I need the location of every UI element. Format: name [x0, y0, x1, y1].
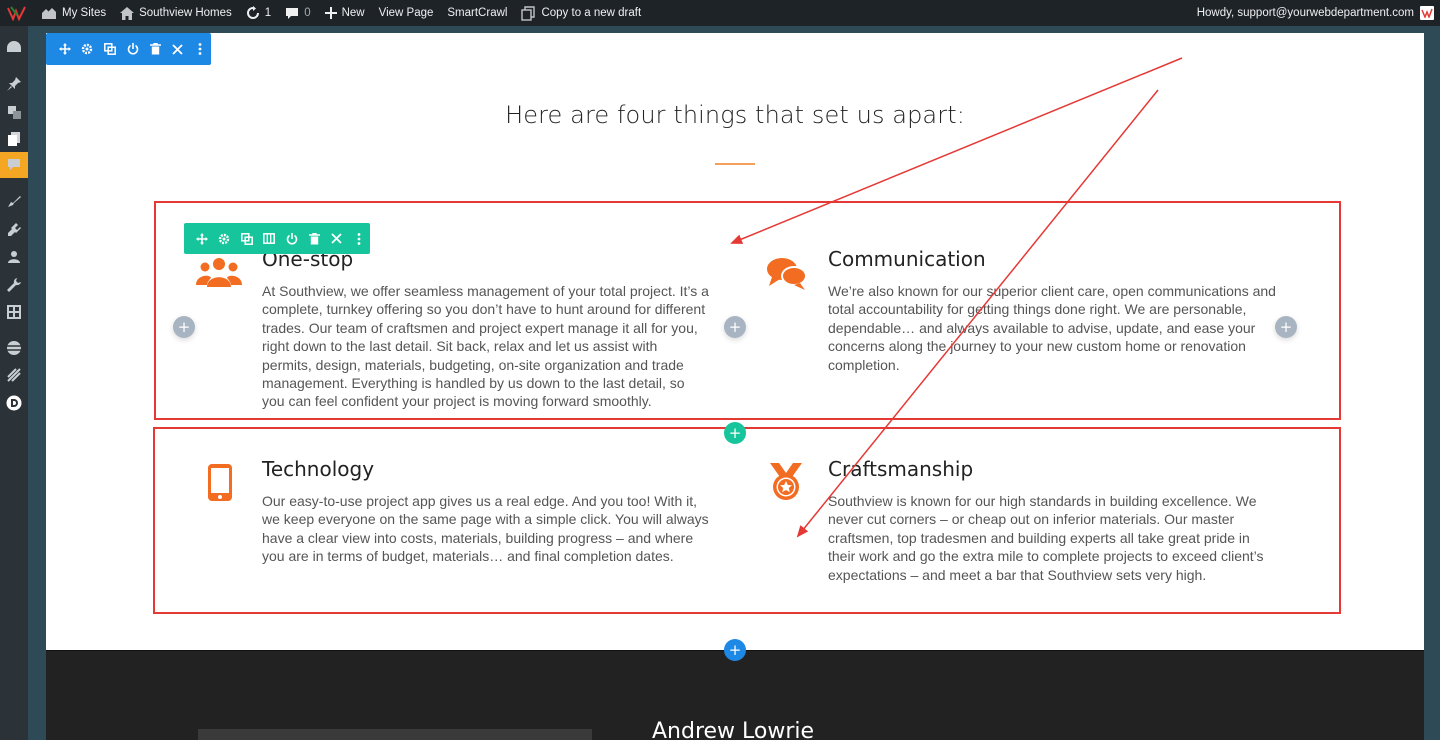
trash-icon — [308, 232, 320, 244]
users-icon — [196, 257, 242, 294]
column-move-button[interactable] — [191, 223, 213, 254]
more-vertical-icon — [357, 232, 361, 245]
columns-icon — [263, 233, 276, 244]
close-icon — [331, 233, 342, 244]
smartcrawl-icon[interactable] — [5, 366, 23, 384]
duplicate-icon — [103, 43, 116, 55]
divi-icon[interactable] — [5, 339, 23, 357]
more-options-button[interactable] — [189, 33, 211, 65]
new-label: New — [341, 7, 365, 19]
move-icon — [195, 232, 208, 245]
mobile-phone-icon — [208, 464, 232, 506]
comments-menu[interactable]: 0 — [278, 0, 317, 26]
add-module-button-col-3[interactable]: + — [1275, 316, 1297, 338]
column-settings-button[interactable] — [214, 223, 236, 254]
users-icon[interactable] — [5, 248, 23, 266]
site-name-menu[interactable]: Southview Homes — [113, 0, 239, 26]
team-section: Andrew Lowrie — [46, 650, 1424, 740]
team-member-photo — [198, 729, 592, 740]
media-icon[interactable] — [5, 103, 23, 121]
my-sites-icon — [42, 8, 56, 19]
comments-icon[interactable] — [5, 156, 23, 174]
section-heading: Here are four things that set us apart: — [505, 101, 965, 129]
trash-icon — [149, 43, 161, 55]
chat-bubbles-icon — [766, 256, 808, 295]
my-sites-menu[interactable]: My Sites — [34, 0, 113, 26]
feature-text-one-stop: At Southview, we offer seamless manageme… — [262, 283, 709, 410]
pin-icon[interactable] — [5, 75, 23, 93]
copy-icon — [521, 5, 536, 21]
copy-draft-label: Copy to a new draft — [541, 7, 642, 19]
close-button[interactable] — [167, 33, 189, 65]
add-module-button-col-2[interactable]: + — [724, 316, 746, 338]
feature-text-craftsmanship: Southview is known for our high standard… — [828, 493, 1264, 583]
power-icon — [127, 43, 138, 55]
admin-sidebar — [0, 26, 28, 740]
award-medal-icon — [768, 463, 804, 506]
column-disable-button[interactable] — [281, 223, 303, 254]
new-content-menu[interactable]: New — [318, 0, 372, 26]
view-page-link[interactable]: View Page — [372, 0, 441, 26]
add-module-button-col-1[interactable]: + — [173, 316, 195, 338]
add-section-button[interactable]: + — [724, 639, 746, 661]
column-more-button[interactable] — [349, 223, 371, 254]
column-delete-button[interactable] — [304, 223, 326, 254]
feature-title-technology: Technology — [262, 457, 375, 481]
move-icon — [58, 43, 71, 55]
section-toolbar — [46, 33, 211, 65]
account-menu[interactable]: Howdy, support@yourwebdepartment.com — [1197, 6, 1440, 20]
updates-menu[interactable]: 1 — [239, 0, 278, 26]
wp-logo[interactable] — [0, 0, 34, 26]
gear-icon — [82, 43, 93, 55]
delete-button[interactable] — [144, 33, 166, 65]
feature-title-communication: Communication — [828, 247, 986, 271]
tools-icon[interactable] — [5, 276, 23, 294]
dashboard-icon[interactable] — [5, 38, 23, 56]
plus-icon — [324, 7, 337, 19]
page-canvas: Here are four things that set us apart: … — [46, 33, 1424, 740]
view-page-label: View Page — [378, 7, 434, 19]
duplicate-icon — [240, 232, 253, 245]
disable-button[interactable] — [122, 33, 144, 65]
updates-icon — [246, 6, 259, 19]
heading-divider — [715, 163, 755, 165]
close-icon — [172, 43, 183, 55]
column-close-button[interactable] — [326, 223, 348, 254]
plugins-icon[interactable] — [5, 221, 23, 239]
column-layout-button[interactable] — [259, 223, 281, 254]
site-name-label: Southview Homes — [139, 7, 232, 19]
move-button[interactable] — [54, 33, 76, 65]
admin-bar: My Sites Southview Homes 1 0 New View Pa… — [0, 0, 1440, 26]
gear-icon — [219, 233, 230, 244]
add-row-button[interactable]: + — [724, 422, 746, 444]
wp-logo-icon — [7, 6, 26, 21]
settings-button[interactable] — [77, 33, 99, 65]
updates-count: 1 — [264, 7, 272, 19]
power-icon — [286, 232, 297, 244]
feature-title-craftsmanship: Craftsmanship — [828, 457, 974, 481]
comment-icon — [286, 7, 299, 19]
howdy-label: Howdy, support@yourwebdepartment.com — [1196, 7, 1414, 19]
my-sites-label: My Sites — [62, 7, 107, 19]
duplicate-button[interactable] — [99, 33, 121, 65]
settings-grid-icon[interactable] — [5, 303, 23, 321]
column-toolbar — [184, 223, 370, 254]
more-vertical-icon — [198, 43, 202, 55]
pages-icon[interactable] — [5, 130, 23, 148]
appearance-icon[interactable] — [5, 193, 23, 211]
column-duplicate-button[interactable] — [236, 223, 258, 254]
home-icon — [120, 6, 135, 20]
avatar — [1420, 6, 1434, 20]
smartcrawl-menu[interactable]: SmartCrawl — [440, 0, 514, 26]
feature-text-communication: We’re also known for our superior client… — [828, 283, 1276, 373]
copy-draft-link[interactable]: Copy to a new draft — [514, 0, 648, 26]
avatar-logo-icon — [1421, 8, 1433, 18]
team-member-name: Andrew Lowrie — [652, 719, 815, 740]
smartcrawl-label: SmartCrawl — [447, 7, 508, 19]
comments-count: 0 — [304, 7, 311, 19]
divi-d-icon[interactable] — [5, 394, 23, 412]
feature-text-technology: Our easy-to-use project app gives us a r… — [262, 493, 709, 565]
